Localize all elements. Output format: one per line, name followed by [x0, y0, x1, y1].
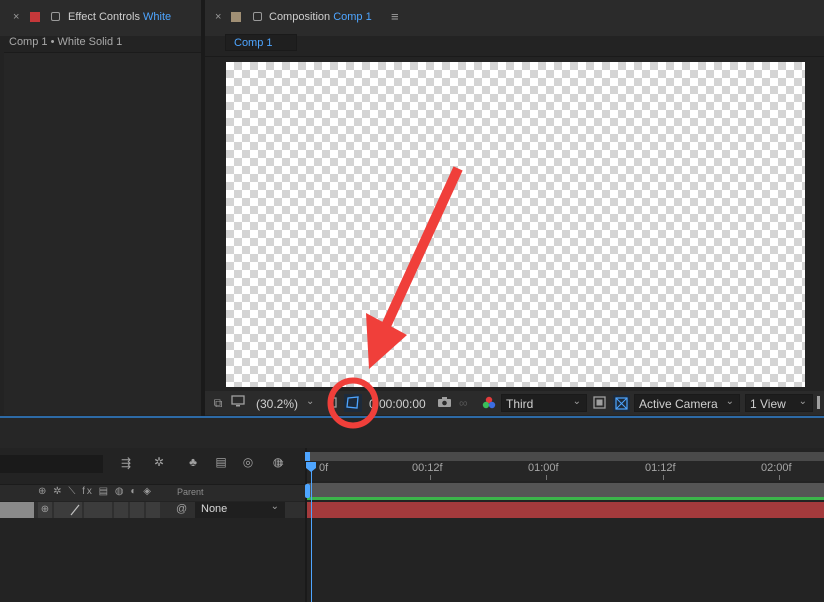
- annotation-overlay: [327, 166, 463, 429]
- annotation-circle: [327, 377, 379, 429]
- annotation-arrow-shaft: [379, 166, 463, 333]
